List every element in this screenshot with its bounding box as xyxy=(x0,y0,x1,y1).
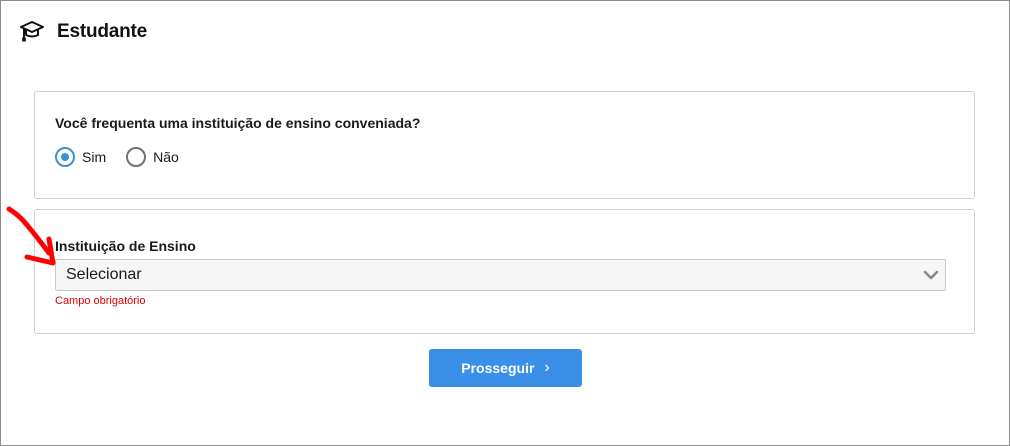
graduation-cap-icon xyxy=(19,19,45,45)
radio-label-nao: Não xyxy=(153,149,179,165)
page-title: Estudante xyxy=(57,21,148,42)
chevron-down-icon xyxy=(923,267,939,283)
required-field-error: Campo obrigatório xyxy=(55,295,146,307)
page-header: Estudante xyxy=(19,19,147,45)
radio-group: Sim Não xyxy=(55,147,199,167)
radio-option-nao[interactable]: Não xyxy=(126,147,179,167)
select-value: Selecionar xyxy=(66,266,142,283)
page-frame: Estudante Você frequenta uma instituição… xyxy=(0,0,1010,446)
chevron-right-icon: › xyxy=(544,359,550,376)
radio-unchecked-icon[interactable] xyxy=(126,147,147,167)
institution-label: Instituição de Ensino xyxy=(55,238,196,254)
institution-card: Instituição de Ensino Selecionar Campo o… xyxy=(34,209,975,334)
question-text: Você frequenta uma instituição de ensino… xyxy=(55,115,421,131)
continue-button-label: Prosseguir xyxy=(461,360,535,376)
radio-checked-icon[interactable] xyxy=(55,147,75,167)
institution-select[interactable]: Selecionar xyxy=(55,259,946,291)
radio-label-sim: Sim xyxy=(82,149,107,165)
radio-option-sim[interactable]: Sim xyxy=(55,147,106,167)
student-question-card: Você frequenta uma instituição de ensino… xyxy=(34,91,975,199)
continue-button[interactable]: Prosseguir › xyxy=(429,349,582,387)
annotation-arrow-icon xyxy=(6,206,56,266)
